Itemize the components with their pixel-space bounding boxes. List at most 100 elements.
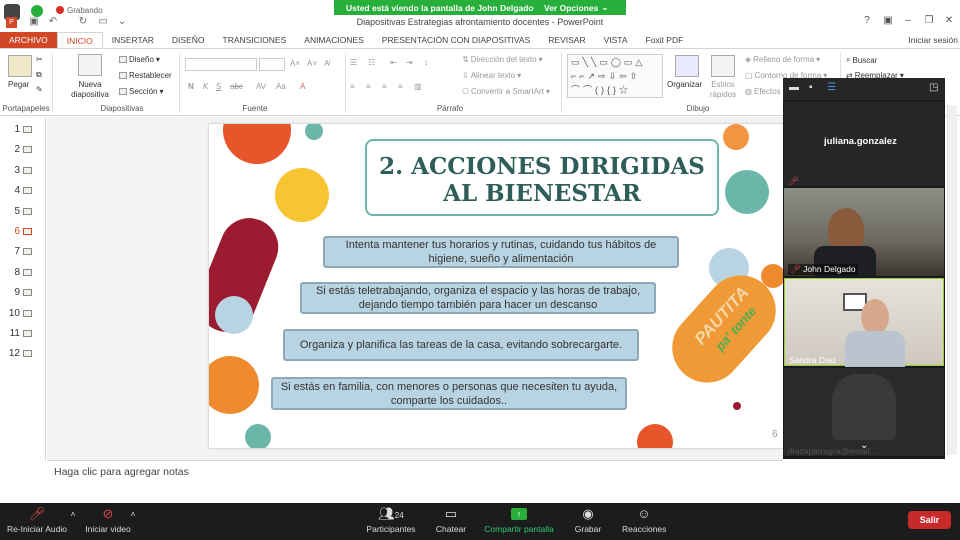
tab-insertar[interactable]: INSERTAR <box>103 32 163 48</box>
change-case-icon[interactable]: Aa <box>276 82 286 91</box>
decrease-indent-icon[interactable]: ⇤ <box>390 58 397 67</box>
format-painter-icon[interactable]: ✎ <box>36 85 43 94</box>
notes-pane[interactable]: Haga clic para agregar notas <box>47 460 783 502</box>
bold-icon[interactable]: N <box>188 82 194 91</box>
start-slideshow-icon[interactable]: ▭ <box>97 16 109 28</box>
slide-thumbnail[interactable]: 7 <box>8 246 32 257</box>
single-view-icon[interactable]: ▪ <box>809 82 813 93</box>
bullets-icon[interactable]: ☰ <box>350 58 357 67</box>
sign-in-link[interactable]: Iniciar sesión <box>908 32 958 48</box>
new-slide-icon[interactable] <box>78 54 102 76</box>
audio-options-caret[interactable]: ˄ <box>68 509 78 519</box>
slide-thumbnail[interactable]: 1 <box>8 124 32 135</box>
font-color-icon[interactable]: A <box>300 82 305 91</box>
cut-icon[interactable]: ✂ <box>36 55 43 64</box>
new-slide-button[interactable]: Nueva diapositiva <box>66 80 114 100</box>
shrink-font-icon[interactable]: A˅ <box>307 59 317 68</box>
arrange-button[interactable]: Organizar <box>667 80 702 89</box>
start-video-button[interactable]: ⊘ Iniciar video <box>84 507 132 535</box>
tab-inicio[interactable]: INICIO <box>56 32 103 48</box>
justify-icon[interactable]: ≡ <box>398 82 403 91</box>
quick-styles-button[interactable]: Estilos rápidos <box>707 80 739 100</box>
exit-fullscreen-icon[interactable]: ◳ <box>929 82 938 93</box>
char-spacing-icon[interactable]: AV <box>256 82 266 91</box>
slide[interactable]: 2. ACCIONES DIRIGIDAS AL BIENESTAR Inten… <box>209 124 783 448</box>
reactions-button[interactable]: ☺ Reacciones <box>622 507 666 535</box>
slide-thumbnail[interactable]: 9 <box>8 287 32 298</box>
clear-format-icon[interactable]: A̸ <box>324 59 329 68</box>
tab-presentacion[interactable]: PRESENTACIÓN CON DIAPOSITIVAS <box>373 32 539 48</box>
align-left-icon[interactable]: ≡ <box>350 82 355 91</box>
slide-thumbnail[interactable]: 11 <box>8 328 32 339</box>
align-text-button[interactable]: ⇳ Alinear texto ▾ <box>462 71 521 80</box>
paste-button[interactable]: Pegar <box>8 80 29 89</box>
tab-foxit[interactable]: Foxit PDF <box>637 32 693 48</box>
video-options-caret[interactable]: ˄ <box>128 509 138 519</box>
help-icon[interactable]: ? <box>859 15 875 29</box>
slide-thumbnail[interactable]: 4 <box>8 185 32 196</box>
align-right-icon[interactable]: ≡ <box>382 82 387 91</box>
participant-tile[interactable]: ⌄ diazaparragra@email... <box>784 368 944 456</box>
tab-diseno[interactable]: DISEÑO <box>163 32 214 48</box>
find-button[interactable]: ⌕ Buscar <box>846 55 877 65</box>
slide-thumbnail[interactable]: 8 <box>8 267 32 278</box>
paste-icon[interactable] <box>8 55 32 77</box>
quick-styles-icon[interactable] <box>711 55 735 77</box>
save-icon[interactable]: ▣ <box>28 16 40 28</box>
shapes-gallery[interactable]: ▭╲╲▭◯▭△ ⌐⌐↗⇨⇩⇦⇧ ⌒⌒(){}☆ <box>567 54 663 98</box>
line-spacing-icon[interactable]: ↕ <box>424 58 428 67</box>
ribbon-display-icon[interactable]: ▣ <box>880 15 896 29</box>
redo-icon[interactable]: ↻ <box>77 16 89 28</box>
vertical-scrollbar[interactable] <box>947 105 957 455</box>
minimize-gallery-icon[interactable]: ▬ <box>789 82 799 93</box>
slide-thumbnail[interactable]: 12 <box>8 348 32 359</box>
leave-meeting-button[interactable]: Salir <box>908 511 951 529</box>
smartart-button[interactable]: ⎔ Convertir a SmartArt ▾ <box>462 87 550 96</box>
participant-tile[interactable]: juliana.gonzalez 🎤︎ <box>784 102 944 186</box>
share-screen-button[interactable]: ↑ Compartir pantalla <box>484 507 554 534</box>
chat-button[interactable]: ▭ Chatear <box>434 507 468 535</box>
tab-revisar[interactable]: REVISAR <box>539 32 594 48</box>
underline-icon[interactable]: S <box>216 82 221 91</box>
undo-icon[interactable]: ↶ <box>47 16 59 28</box>
reset-button[interactable]: Restablecer <box>119 71 172 80</box>
slide-thumbnail[interactable]: 3 <box>8 165 32 176</box>
tab-vista[interactable]: VISTA <box>595 32 637 48</box>
tip-box-1[interactable]: Intenta mantener tus horarios y rutinas,… <box>323 236 679 268</box>
shape-fill-button[interactable]: ◈ Relleno de forma ▾ <box>745 55 820 64</box>
font-size-input[interactable] <box>259 58 285 71</box>
tip-box-2[interactable]: Si estás teletrabajando, organiza el esp… <box>300 282 656 314</box>
section-button[interactable]: Sección ▾ <box>119 87 163 96</box>
italic-icon[interactable]: K <box>203 82 208 91</box>
slide-thumbnail[interactable]: 6 <box>8 226 32 237</box>
tip-box-3[interactable]: Organiza y planifica las tareas de la ca… <box>283 329 639 361</box>
slide-thumbnail[interactable]: 10 <box>8 308 32 319</box>
layout-button[interactable]: Diseño ▾ <box>119 55 160 64</box>
tab-archivo[interactable]: ARCHIVO <box>0 32 57 48</box>
customize-qat-icon[interactable]: ⌄ <box>116 16 128 28</box>
participant-tile-active-speaker[interactable]: Sandra Díaz <box>784 278 944 367</box>
arrange-icon[interactable] <box>675 55 699 77</box>
participants-button[interactable]: 👥︎24 Participantes <box>366 507 416 535</box>
copy-icon[interactable]: ⧉ <box>36 70 42 80</box>
slide-thumbnail[interactable]: 5 <box>8 206 32 217</box>
columns-icon[interactable]: ▥ <box>414 82 422 91</box>
numbering-icon[interactable]: ☷ <box>368 58 375 67</box>
unmute-audio-button[interactable]: 🎤︎ Re-Iniciar Audio <box>6 507 68 535</box>
restore-icon[interactable]: ❐ <box>921 15 937 29</box>
close-icon[interactable]: ✕ <box>941 15 957 29</box>
tip-box-4[interactable]: Si estás en familia, con menores o perso… <box>271 377 627 410</box>
tab-animaciones[interactable]: ANIMACIONES <box>295 32 373 48</box>
font-name-input[interactable] <box>185 58 257 71</box>
align-center-icon[interactable]: ≡ <box>366 82 371 91</box>
slide-title[interactable]: 2. ACCIONES DIRIGIDAS AL BIENESTAR <box>365 139 719 216</box>
slide-thumbnail[interactable]: 2 <box>8 144 32 155</box>
record-button[interactable]: ◉ Grabar <box>574 507 602 535</box>
text-direction-button[interactable]: ⇅ Dirección del texto ▾ <box>462 55 543 64</box>
strikethrough-icon[interactable]: abc <box>230 82 243 91</box>
view-options-button[interactable]: Ver Opciones ⌄ <box>544 2 608 13</box>
increase-indent-icon[interactable]: ⇥ <box>406 58 413 67</box>
participant-tile[interactable]: 🎤︎ John Delgado <box>784 188 944 276</box>
grow-font-icon[interactable]: A˄ <box>290 59 300 68</box>
gallery-view-icon[interactable]: ☰ <box>827 82 836 93</box>
